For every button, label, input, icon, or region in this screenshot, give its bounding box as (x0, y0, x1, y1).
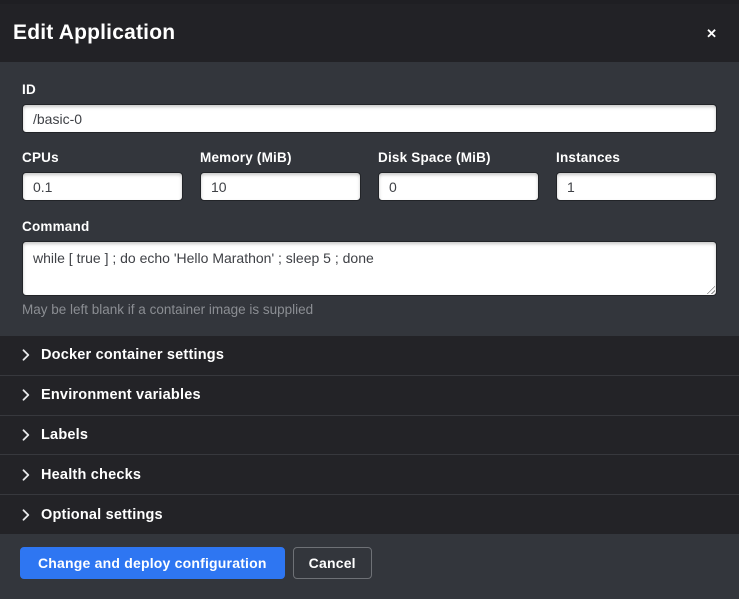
instances-label: Instances (556, 150, 717, 165)
resources-row: CPUs Memory (MiB) Disk Space (MiB) Insta… (22, 150, 717, 201)
id-input[interactable] (22, 104, 717, 133)
change-and-deploy-button[interactable]: Change and deploy configuration (20, 547, 285, 579)
field-id: ID (22, 82, 717, 133)
chevron-right-icon (22, 349, 30, 361)
command-textarea[interactable]: while [ true ] ; do echo 'Hello Marathon… (22, 241, 717, 296)
cancel-button[interactable]: Cancel (293, 547, 372, 579)
field-instances: Instances (556, 150, 717, 201)
field-cpus: CPUs (22, 150, 183, 201)
instances-input[interactable] (556, 172, 717, 201)
close-button[interactable]: ✕ (700, 21, 723, 46)
command-help-text: May be left blank if a container image i… (22, 302, 717, 317)
collapsible-sections: Docker container settings Environment va… (0, 336, 739, 534)
section-label: Optional settings (41, 507, 163, 523)
section-label: Docker container settings (41, 347, 224, 363)
section-label: Health checks (41, 467, 141, 483)
section-labels[interactable]: Labels (0, 415, 739, 455)
cpus-input[interactable] (22, 172, 183, 201)
disk-space-label: Disk Space (MiB) (378, 150, 539, 165)
memory-input[interactable] (200, 172, 361, 201)
modal-footer: Change and deploy configuration Cancel (0, 534, 739, 599)
memory-label: Memory (MiB) (200, 150, 361, 165)
command-label: Command (22, 219, 717, 234)
section-label: Environment variables (41, 387, 201, 403)
field-memory: Memory (MiB) (200, 150, 361, 201)
modal-header: Edit Application ✕ (0, 4, 739, 62)
section-health-checks[interactable]: Health checks (0, 454, 739, 494)
disk-space-input[interactable] (378, 172, 539, 201)
application-form: ID CPUs Memory (MiB) Disk Space (MiB) In… (0, 62, 739, 336)
chevron-right-icon (22, 509, 30, 521)
section-environment-variables[interactable]: Environment variables (0, 375, 739, 415)
edit-application-modal: Edit Application ✕ ID CPUs Memory (MiB) … (0, 4, 739, 599)
cpus-label: CPUs (22, 150, 183, 165)
modal-title: Edit Application (13, 21, 175, 45)
section-optional-settings[interactable]: Optional settings (0, 494, 739, 534)
close-icon: ✕ (706, 26, 717, 41)
section-docker-container-settings[interactable]: Docker container settings (0, 336, 739, 375)
field-disk-space: Disk Space (MiB) (378, 150, 539, 201)
field-command: Command while [ true ] ; do echo 'Hello … (22, 219, 717, 317)
chevron-right-icon (22, 469, 30, 481)
id-label: ID (22, 82, 717, 97)
chevron-right-icon (22, 389, 30, 401)
chevron-right-icon (22, 429, 30, 441)
section-label: Labels (41, 427, 88, 443)
